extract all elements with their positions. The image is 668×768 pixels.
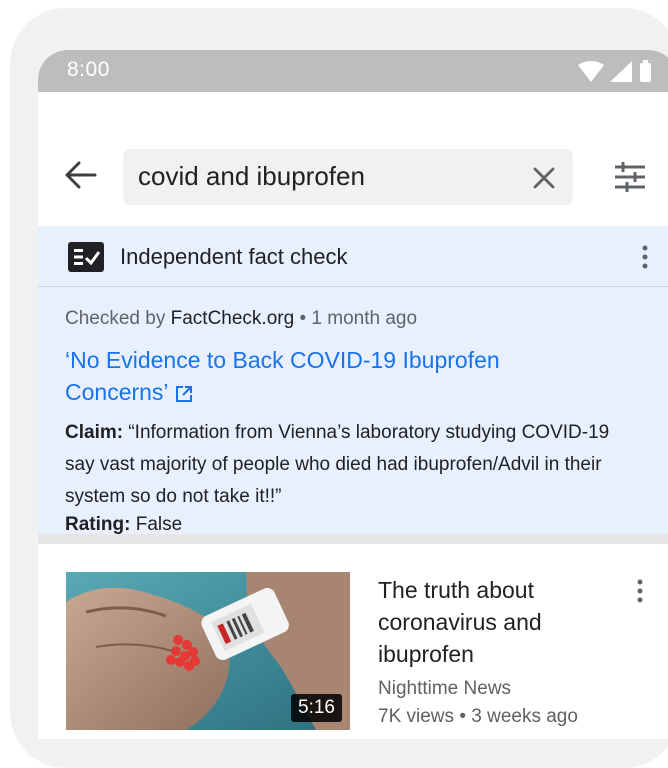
meta-separator: • [299, 308, 307, 329]
wifi-icon [578, 61, 604, 82]
article-title[interactable]: ‘No Evidence to Back COVID-19 Ibuprofen … [65, 347, 500, 405]
status-icons [578, 60, 651, 82]
video-result[interactable]: 5:16 The truth about coronavirus and ibu… [38, 544, 668, 739]
search-query: covid and ibuprofen [138, 161, 365, 191]
video-meta: 7K views • 3 weeks ago [378, 706, 578, 728]
fact-check-header: Independent fact check [38, 226, 668, 287]
fact-check-meta: Checked by FactCheck.org • 1 month ago [65, 308, 417, 330]
fact-check-time: 1 month ago [311, 308, 418, 329]
fact-check-article-link[interactable]: ‘No Evidence to Back COVID-19 Ibuprofen … [65, 344, 585, 408]
external-link-icon[interactable] [175, 385, 193, 403]
battery-icon [640, 60, 651, 82]
filter-icon[interactable] [613, 161, 647, 193]
video-age: 3 weeks ago [471, 706, 578, 727]
clear-icon[interactable] [531, 165, 557, 191]
video-title[interactable]: The truth about coronavirus and ibuprofe… [378, 574, 588, 670]
video-channel[interactable]: Nighttime News [378, 678, 511, 700]
claim-label: Claim: [65, 422, 124, 443]
fact-check-icon [68, 242, 104, 272]
search-input[interactable]: covid and ibuprofen [123, 149, 573, 205]
more-options-icon[interactable] [641, 244, 649, 270]
publisher-name: FactCheck.org [170, 308, 295, 329]
fact-check-claim: Claim: “Information from Vienna’s labora… [65, 417, 625, 513]
checked-by-label: Checked by [65, 308, 166, 329]
rating-value: False [135, 514, 183, 535]
more-options-icon[interactable] [636, 578, 644, 604]
status-time: 8:00 [67, 58, 110, 81]
signal-icon [610, 61, 632, 82]
fact-check-title: Independent fact check [120, 244, 348, 269]
meta-separator: • [459, 706, 466, 727]
video-duration: 5:16 [291, 694, 342, 722]
phone-screen: 8:00 covid and ibuprofen Independent fac… [38, 50, 668, 739]
rating-label: Rating: [65, 514, 131, 535]
video-thumbnail[interactable]: 5:16 [66, 572, 350, 730]
phone-frame: 8:00 covid and ibuprofen Independent fac… [10, 8, 668, 768]
claim-text: “Information from Vienna’s laboratory st… [65, 422, 610, 507]
back-arrow-icon[interactable] [63, 157, 99, 193]
search-app-bar: covid and ibuprofen [38, 92, 668, 234]
fact-check-rating: Rating: False [65, 514, 182, 536]
video-views: 7K views [378, 706, 455, 727]
fact-check-card: Independent fact check Checked by FactCh… [38, 226, 668, 568]
status-bar: 8:00 [38, 50, 668, 92]
section-divider [38, 534, 668, 544]
